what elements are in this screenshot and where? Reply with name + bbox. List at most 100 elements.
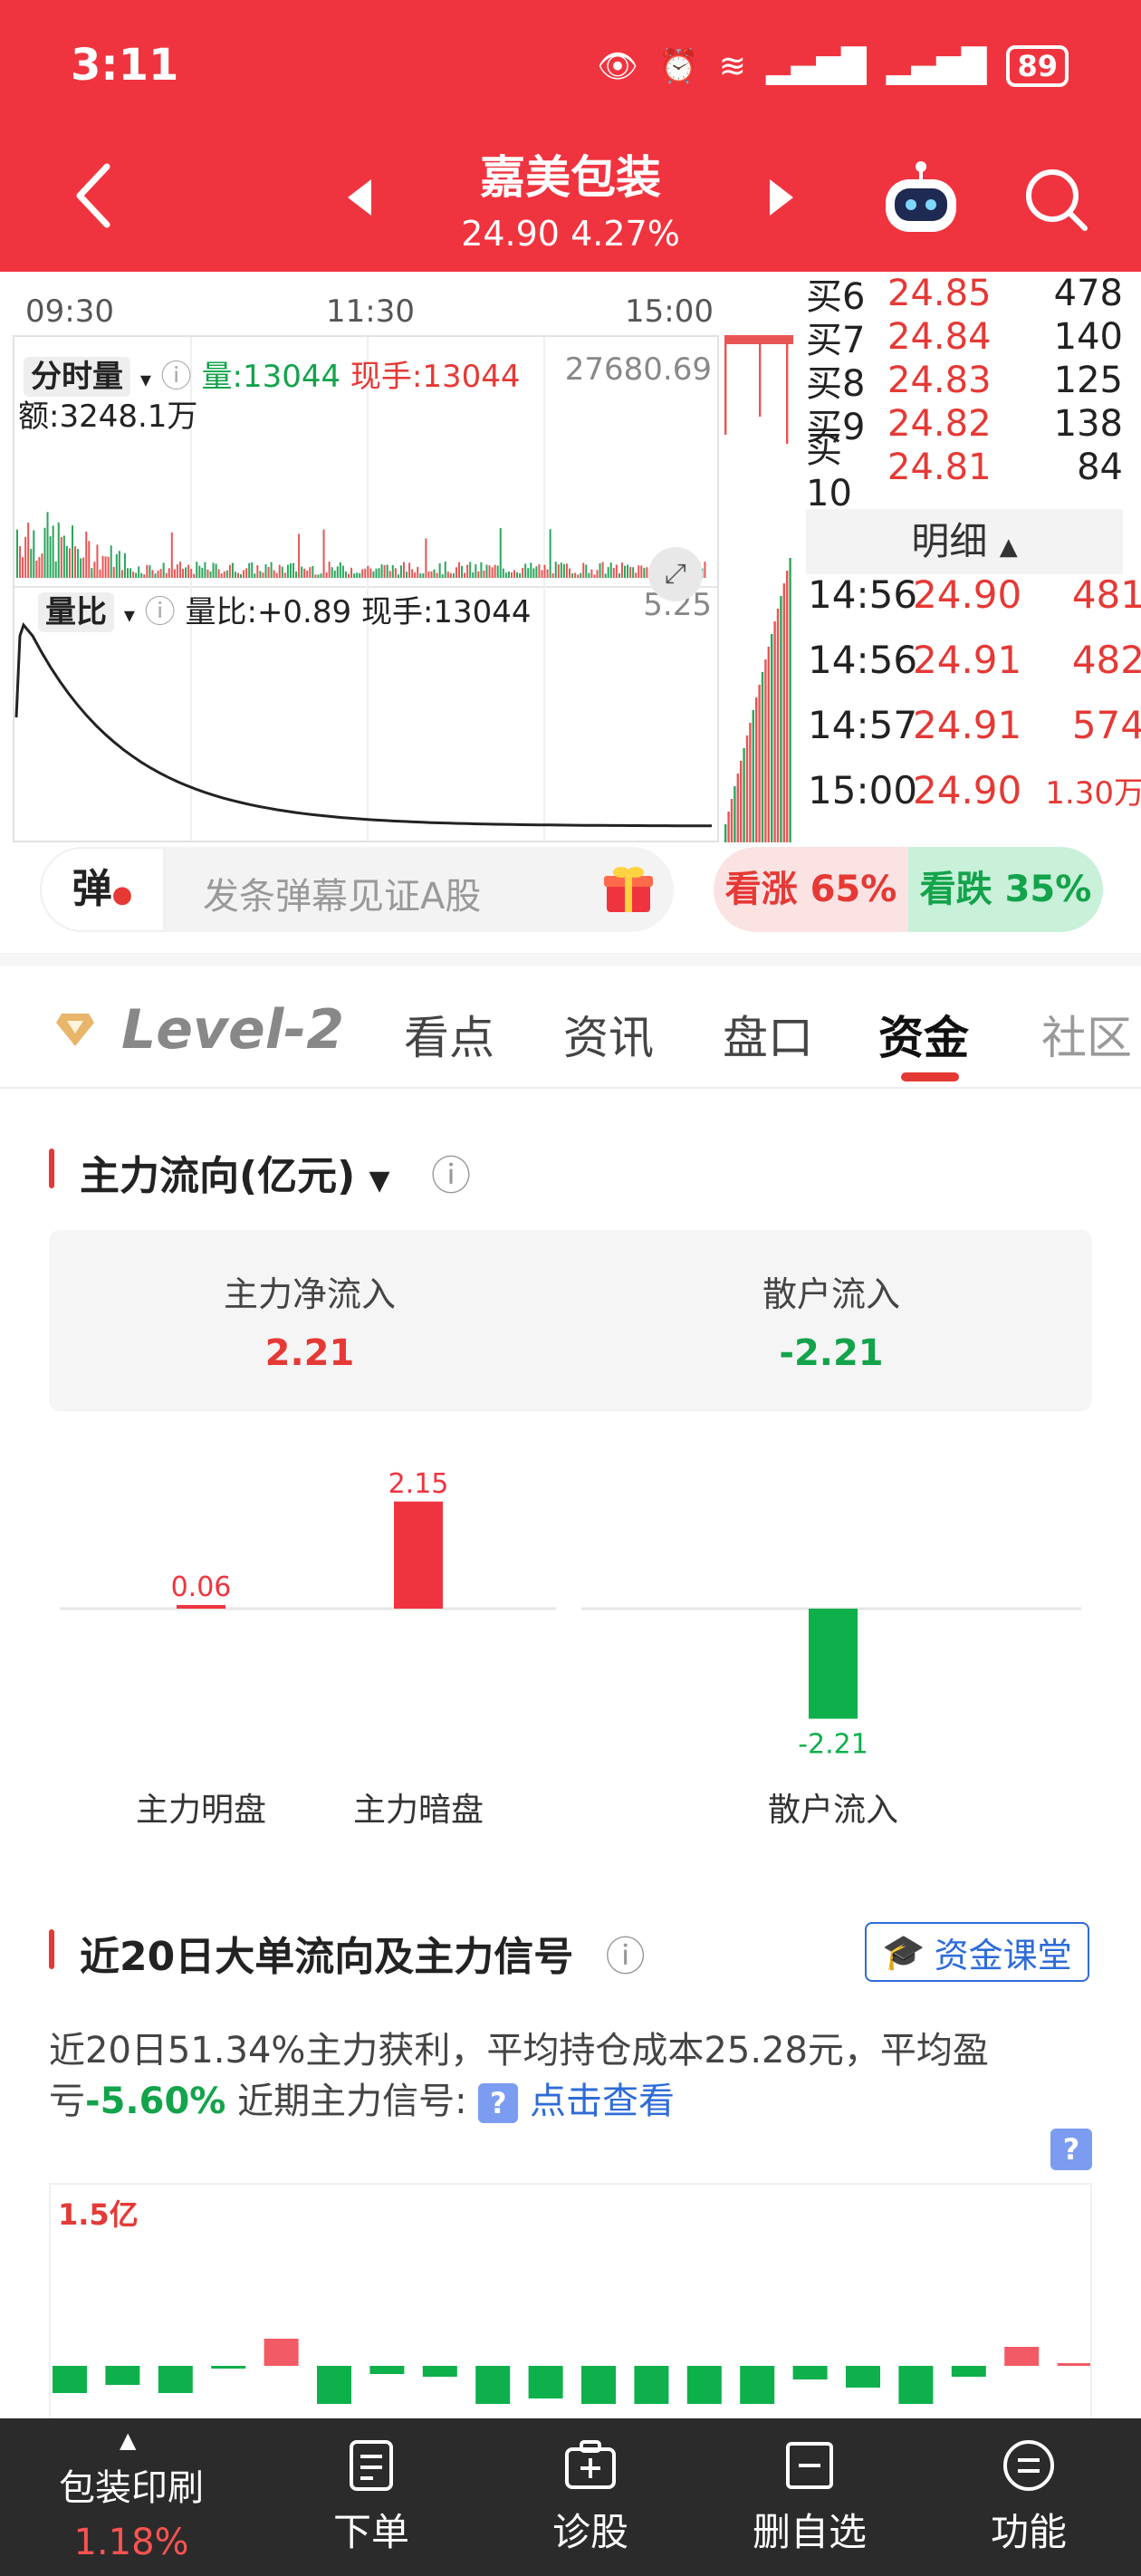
minute-volume-bar — [464, 572, 466, 578]
signal-bar — [105, 2366, 140, 2385]
nav-order[interactable]: 下单 — [299, 2438, 444, 2557]
tab-community[interactable]: 社区 — [1041, 1002, 1132, 1067]
minute-volume-bar — [541, 570, 543, 578]
status-icons: 👁 ⏰ ≋ ▂▄▆█ ▂▄▆█ 89 — [597, 45, 1069, 87]
minute-volume-bar — [546, 569, 549, 578]
minute-volume-bar — [580, 572, 582, 578]
next-stock-icon[interactable] — [766, 178, 797, 217]
signal-bar — [264, 2339, 299, 2366]
sector-tab[interactable]: ▲ 包装印刷 1.18% — [0, 2418, 263, 2576]
minute-volume-bar — [322, 529, 325, 578]
minute-volume-bar — [295, 571, 298, 578]
minute-volume-bar — [143, 574, 146, 578]
bullish-button[interactable]: 看涨 65% — [714, 847, 908, 932]
signal-bar — [951, 2366, 986, 2377]
help-icon[interactable]: ⓘ — [161, 359, 192, 395]
signal-bar — [1057, 2363, 1090, 2366]
minute-volume-bar — [54, 561, 57, 578]
minute-volume-panel[interactable]: 分时量 ▾ ⓘ 量:13044 现手:13044 27680.69 额:3248… — [13, 335, 719, 842]
bearish-button[interactable]: 看跌 35% — [908, 847, 1103, 932]
help-icon[interactable]: ? — [1050, 2129, 1092, 2170]
orderbook-row: 买6 24.85 478 — [806, 273, 1123, 318]
minute-volume-selector[interactable]: 分时量 ▾ ⓘ 量:13044 现手:13044 — [24, 351, 521, 397]
minute-volume-bar — [562, 563, 565, 578]
minute-volume-bar — [449, 572, 452, 578]
info-icon[interactable]: ⓘ — [431, 1153, 471, 1199]
minute-volume-bar — [185, 567, 187, 578]
minute-volume-bar — [477, 571, 480, 578]
minute-volume-bar — [256, 564, 259, 578]
minute-volume-bar — [620, 562, 623, 578]
signal-bar — [369, 2366, 405, 2374]
depth-bar — [758, 685, 761, 842]
minute-volume-bar — [427, 571, 430, 578]
search-icon[interactable] — [1021, 165, 1090, 234]
minute-volume-bar — [19, 546, 22, 578]
minute-volume-bar — [273, 570, 275, 578]
minute-volume-bar — [82, 557, 85, 578]
gift-icon[interactable] — [601, 861, 656, 916]
vr-hand-text: 现手:13044 — [360, 594, 532, 630]
minute-volume-bar — [223, 571, 225, 578]
minute-volume-bar — [262, 572, 264, 578]
minute-volume-bar — [378, 568, 380, 578]
minute-volume-bar — [502, 568, 504, 578]
minute-volume-bar — [41, 553, 43, 578]
minute-volume-bar — [527, 568, 530, 578]
volume-ratio-selector[interactable]: 量比 ▾ ⓘ 量比:+0.89 现手:13044 — [38, 587, 532, 632]
danmaku-input[interactable]: 弹● 发条弹幕见证A股 — [40, 847, 674, 932]
minute-volume-bar — [157, 571, 159, 578]
signal-bars — [53, 2339, 1090, 2404]
main-flow-title[interactable]: 主力流向(亿元) ▼ ⓘ — [80, 1143, 471, 1201]
minute-volume-bar — [162, 562, 165, 578]
nav-remove-watchlist[interactable]: 删自选 — [737, 2438, 882, 2557]
fund-course-button[interactable]: 🎓 资金课堂 — [865, 1922, 1089, 1982]
tab-highlights[interactable]: 看点 — [404, 1002, 494, 1067]
minute-volume-bar — [399, 565, 402, 578]
minute-volume-bar — [193, 573, 196, 578]
minute-volume-bar — [593, 574, 596, 578]
orderbook-row: 买8 24.83 125 — [806, 360, 1123, 405]
minute-volume-bar — [91, 568, 93, 578]
minute-volume-bar — [504, 572, 507, 578]
minute-volume-bar — [320, 573, 322, 578]
depth-bar — [745, 735, 749, 842]
tab-orderbook[interactable]: 盘口 — [723, 1002, 813, 1067]
tab-news[interactable]: 资讯 — [563, 1002, 654, 1067]
nav-diagnose[interactable]: 诊股 — [518, 2438, 663, 2557]
robot-assistant-icon[interactable] — [880, 159, 962, 237]
minute-volume-bar — [77, 549, 80, 578]
minute-volume-bar — [446, 572, 449, 578]
minute-volume-bar — [129, 568, 132, 578]
depth-bar — [724, 344, 727, 435]
minute-volume-bar — [356, 572, 359, 578]
minute-volume-bar — [344, 571, 347, 578]
minute-volume-bar — [110, 545, 112, 578]
tab-level2[interactable]: Level-2 — [54, 998, 344, 1062]
depth-bar — [761, 672, 764, 842]
info-icon-2[interactable]: ⓘ — [606, 1934, 646, 1980]
view-signal-link[interactable]: 点击查看 — [530, 2081, 675, 2122]
minute-volume-bar — [168, 568, 170, 578]
minute-volume-bar — [187, 564, 190, 578]
eye-icon: 👁 — [597, 48, 638, 85]
minute-volume-bar — [286, 564, 289, 578]
nav-functions[interactable]: 功能 — [956, 2438, 1101, 2557]
help-icon-2[interactable]: ⓘ — [145, 594, 176, 630]
diamond-icon — [56, 1014, 94, 1046]
danmaku-toggle[interactable]: 弹● — [40, 847, 165, 932]
minute-volume-bar — [519, 573, 522, 578]
fullscreen-icon[interactable]: ⤢ — [648, 547, 703, 601]
minute-volume-bar — [604, 573, 607, 578]
depth-bar — [740, 761, 743, 842]
minute-volume-bar — [510, 572, 513, 578]
minute-volume-bar — [198, 565, 201, 578]
flow-value-label: 0.06 — [171, 1572, 232, 1603]
minute-volume-bar — [27, 523, 30, 578]
minute-volume-bar — [317, 574, 320, 578]
minute-volume-bar — [543, 564, 546, 578]
orderbook-row: 买7 24.84 140 — [806, 316, 1123, 361]
depth-bars — [724, 335, 793, 842]
tab-funds[interactable]: 资金 — [878, 1002, 969, 1067]
depth-bar — [773, 621, 776, 842]
